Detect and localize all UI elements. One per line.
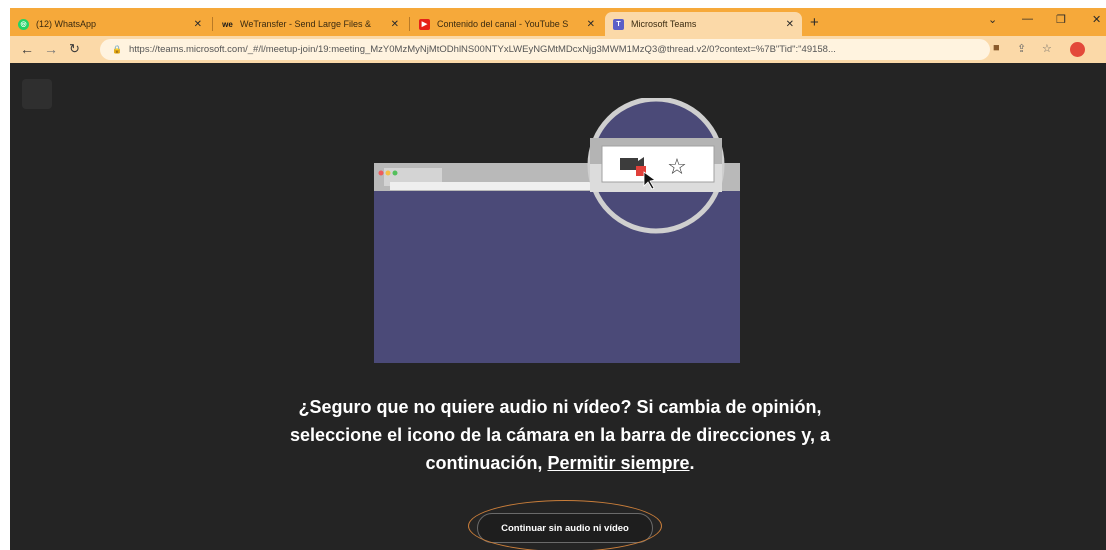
browser-toolbar: ← → ↻ 🔒 https://teams.microsoft.com/_#/l… bbox=[10, 36, 1106, 63]
reload-icon[interactable]: ↻ bbox=[69, 41, 80, 57]
tab-youtube[interactable]: ▶ Contenido del canal - YouTube S ✕ bbox=[411, 12, 603, 36]
tab-whatsapp[interactable]: ◎ (12) WhatsApp ✕ bbox=[10, 12, 210, 36]
tab-divider bbox=[212, 17, 213, 31]
app-icon bbox=[22, 79, 52, 109]
tab-title: Microsoft Teams bbox=[631, 19, 697, 29]
browser-window: ◎ (12) WhatsApp ✕ we WeTransfer - Send L… bbox=[10, 8, 1106, 550]
share-icon[interactable]: ⇪ bbox=[1017, 42, 1026, 55]
forward-icon[interactable]: → bbox=[44, 41, 58, 57]
close-icon[interactable]: ✕ bbox=[391, 19, 399, 30]
minimize-icon[interactable]: — bbox=[1022, 13, 1033, 25]
camera-permission-illustration: ☆ bbox=[374, 98, 740, 363]
bookmark-star-icon[interactable]: ☆ bbox=[1042, 42, 1052, 55]
back-icon[interactable]: ← bbox=[20, 41, 34, 57]
address-bar[interactable]: 🔒 https://teams.microsoft.com/_#/l/meetu… bbox=[100, 39, 990, 60]
teams-page: ☆ ¿Seguro que no quiere audio ni vídeo? … bbox=[10, 63, 1106, 550]
allow-always-link[interactable]: Permitir siempre bbox=[547, 453, 689, 473]
tab-title: (12) WhatsApp bbox=[36, 19, 97, 29]
star-glyph: ☆ bbox=[667, 155, 687, 180]
tab-wetransfer[interactable]: we WeTransfer - Send Large Files & ✕ bbox=[214, 12, 407, 36]
camera-glyph bbox=[620, 158, 638, 170]
tab-strip: ◎ (12) WhatsApp ✕ we WeTransfer - Send L… bbox=[10, 8, 1106, 36]
teams-icon: T bbox=[613, 18, 624, 30]
permission-prompt: ¿Seguro que no quiere audio ni vídeo? Si… bbox=[250, 393, 870, 477]
restore-icon[interactable]: ❐ bbox=[1056, 13, 1066, 26]
wetransfer-icon: we bbox=[222, 19, 233, 29]
close-icon[interactable]: ✕ bbox=[786, 19, 794, 30]
youtube-icon: ▶ bbox=[419, 18, 430, 30]
profile-avatar[interactable] bbox=[1070, 42, 1085, 57]
magnified-address-bar bbox=[601, 145, 715, 183]
close-window-icon[interactable]: ✕ bbox=[1092, 13, 1101, 26]
close-icon[interactable]: ✕ bbox=[194, 19, 202, 30]
prompt-end: . bbox=[689, 453, 695, 473]
close-icon[interactable]: ✕ bbox=[587, 19, 595, 30]
url-text: https://teams.microsoft.com/_#/l/meetup-… bbox=[128, 44, 836, 55]
tab-search-icon[interactable]: ⌄ bbox=[988, 13, 997, 26]
whatsapp-icon: ◎ bbox=[18, 18, 29, 30]
continue-without-audio-video-button[interactable]: Continuar sin audio ni vídeo bbox=[477, 513, 653, 543]
tab-divider bbox=[409, 17, 410, 31]
tab-title: Contenido del canal - YouTube S bbox=[437, 19, 569, 29]
camera-blocked-icon[interactable]: ■ bbox=[993, 42, 1000, 54]
lock-icon: 🔒 bbox=[112, 45, 122, 54]
tab-microsoft-teams[interactable]: T Microsoft Teams ✕ bbox=[605, 12, 802, 36]
tab-title: WeTransfer - Send Large Files & bbox=[240, 19, 372, 29]
new-tab-button[interactable]: + bbox=[810, 14, 819, 31]
